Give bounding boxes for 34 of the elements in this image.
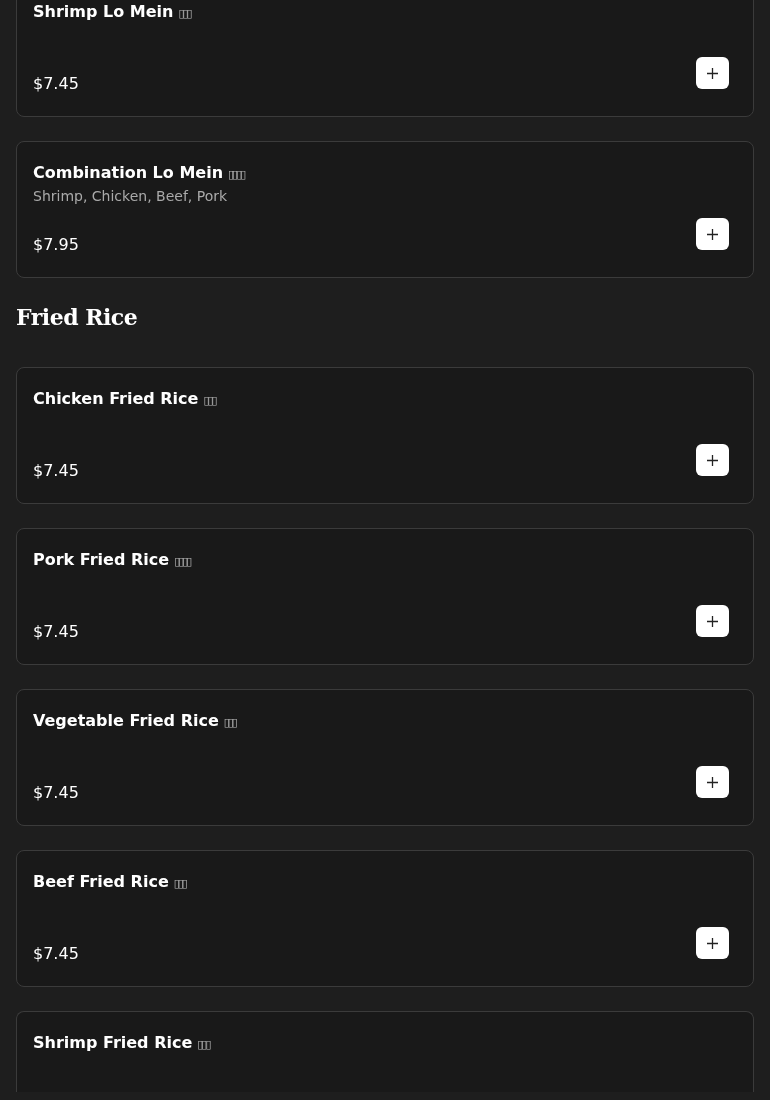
missing-glyph-text: ▯▯▯	[223, 716, 236, 729]
plus-icon	[707, 454, 718, 466]
item-description: Shrimp, Chicken, Beef, Pork	[33, 187, 229, 205]
add-button[interactable]	[696, 218, 729, 250]
missing-glyph-text: ▯▯▯	[173, 877, 186, 890]
item-price: $7.95	[33, 234, 79, 254]
add-button[interactable]	[696, 927, 729, 959]
missing-glyph-text: ▯▯▯	[178, 7, 191, 20]
item-name: Chicken Fried Rice	[33, 388, 199, 410]
plus-icon	[707, 615, 718, 627]
plus-icon	[707, 937, 718, 949]
item-price: $7.45	[33, 943, 79, 963]
missing-glyph-text: ▯▯▯▯	[174, 555, 191, 568]
item-price: $7.45	[33, 621, 79, 641]
add-button[interactable]	[696, 766, 729, 798]
missing-glyph-text: ▯▯▯▯	[228, 168, 245, 181]
item-name: Combination Lo Mein	[33, 162, 224, 184]
missing-glyph-text: ▯▯▯	[197, 1038, 210, 1051]
add-button[interactable]	[696, 57, 729, 89]
item-name: Beef Fried Rice	[33, 871, 169, 893]
item-price: $7.45	[33, 73, 79, 93]
item-price: $7.45	[33, 782, 79, 802]
section-heading: Fried Rice	[16, 303, 139, 332]
item-name: Vegetable Fried Rice	[33, 710, 219, 732]
plus-icon	[707, 67, 718, 79]
add-button[interactable]	[696, 605, 729, 637]
add-button[interactable]	[696, 444, 729, 476]
plus-icon	[707, 776, 718, 788]
missing-glyph-text: ▯▯▯	[203, 394, 216, 407]
item-name: Shrimp Fried Rice	[33, 1032, 193, 1054]
item-name: Shrimp Lo Mein	[33, 1, 174, 23]
item-price: $7.45	[33, 460, 79, 480]
plus-icon	[707, 228, 718, 240]
item-name: Pork Fried Rice	[33, 549, 170, 571]
